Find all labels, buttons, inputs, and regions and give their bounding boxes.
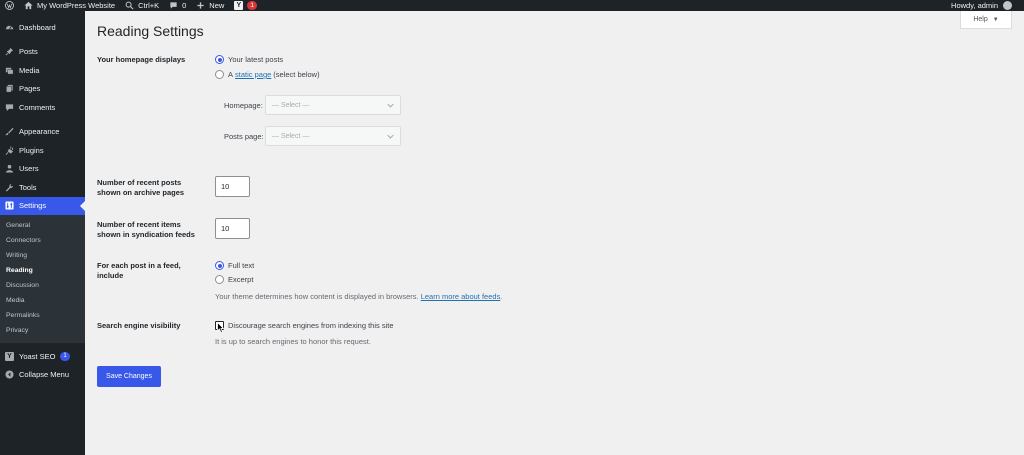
sidebar-item-users[interactable]: Users — [0, 160, 85, 179]
greeting: Howdy, admin — [951, 1, 998, 10]
submenu-item-writing[interactable]: Writing — [0, 248, 85, 263]
yoast-notification-badge: 1 — [247, 1, 257, 10]
sidebar-item-tools[interactable]: Tools — [0, 178, 85, 197]
yoast-badge: 1 — [60, 351, 70, 361]
my-account-menu[interactable]: Howdy, admin — [951, 1, 1024, 10]
submenu-item-permalinks[interactable]: Permalinks — [0, 308, 85, 323]
posts-per-rss-input[interactable]: 10 — [215, 218, 250, 239]
latest-posts-option[interactable]: Your latest posts — [215, 55, 283, 64]
brush-icon — [5, 127, 14, 136]
homepage-select-label: Homepage: — [224, 101, 263, 110]
search-icon — [125, 1, 134, 10]
shortcut-label: Ctrl+K — [138, 1, 160, 10]
excerpt-option[interactable]: Excerpt — [215, 275, 253, 284]
wordpress-icon — [5, 1, 14, 10]
static-page-radio[interactable] — [215, 70, 224, 79]
avatar — [1003, 1, 1012, 10]
comments-count: 0 — [182, 1, 187, 10]
posts-page-select[interactable]: — Select — — [265, 126, 401, 146]
pin-icon — [5, 47, 14, 56]
new-label: New — [209, 1, 225, 10]
sidebar-item-posts[interactable]: Posts — [0, 43, 85, 62]
new-content-menu[interactable]: New — [191, 0, 229, 11]
submenu-item-media[interactable]: Media — [0, 293, 85, 308]
sidebar-item-appearance[interactable]: Appearance — [0, 123, 85, 142]
latest-posts-radio[interactable] — [215, 55, 224, 64]
learn-more-feeds-link[interactable]: Learn more about feeds — [421, 292, 501, 301]
home-icon — [24, 1, 33, 10]
plus-icon — [197, 2, 204, 9]
sidebar-item-media[interactable]: Media — [0, 61, 85, 80]
comment-icon — [170, 2, 177, 9]
site-name-link[interactable]: My WordPress Website — [19, 0, 120, 11]
yoast-adminbar-menu[interactable]: Y 1 — [229, 0, 262, 11]
wrench-icon — [5, 183, 14, 192]
submenu-item-general[interactable]: General — [0, 218, 85, 233]
excerpt-radio[interactable] — [215, 275, 224, 284]
page-title: Reading Settings — [97, 23, 204, 39]
caret-down-icon: ▼ — [992, 16, 999, 23]
full-text-option[interactable]: Full text — [215, 261, 254, 270]
submenu-item-privacy[interactable]: Privacy — [0, 323, 85, 338]
submenu-item-connectors[interactable]: Connectors — [0, 233, 85, 248]
sidebar-item-yoast-seo[interactable]: Y Yoast SEO 1 — [0, 347, 85, 366]
plugin-icon — [5, 146, 14, 155]
search-visibility-description: It is up to search engines to honor this… — [215, 337, 371, 346]
full-text-radio[interactable] — [215, 261, 224, 270]
sidebar-item-plugins[interactable]: Plugins — [0, 141, 85, 160]
sidebar-item-settings[interactable]: Settings — [0, 196, 85, 215]
save-changes-button[interactable]: Save Changes — [97, 366, 161, 387]
submenu-item-discussion[interactable]: Discussion — [0, 278, 85, 293]
admin-sidebar: Dashboard Posts Media Pages Comments App… — [0, 11, 85, 455]
settings-icon — [5, 201, 14, 210]
sidebar-item-dashboard[interactable]: Dashboard — [0, 18, 85, 37]
admin-bar: My WordPress Website Ctrl+K 0 New Y 1 Ho… — [0, 0, 1024, 11]
site-name: My WordPress Website — [37, 1, 116, 10]
feed-description: Your theme determines how content is dis… — [215, 292, 503, 301]
sidebar-item-comments[interactable]: Comments — [0, 98, 85, 117]
user-icon — [5, 164, 14, 173]
comment-icon — [5, 103, 14, 112]
feed-include-label: For each post in a feed, include — [97, 261, 181, 280]
syndication-label: Number of recent items shown in syndicat… — [97, 220, 195, 239]
dashboard-icon — [5, 23, 14, 32]
yoast-icon: Y — [5, 351, 14, 361]
media-icon — [5, 66, 14, 75]
posts-per-page-input[interactable]: 10 — [215, 176, 250, 197]
command-palette-button[interactable]: Ctrl+K — [120, 0, 164, 11]
collapse-icon — [5, 370, 14, 379]
chevron-down-icon — [387, 134, 394, 139]
submenu-item-reading[interactable]: Reading — [0, 263, 85, 278]
blog-public-option[interactable]: Discourage search engines from indexing … — [215, 321, 394, 330]
homepage-displays-label: Your homepage displays — [97, 55, 186, 64]
recent-posts-label: Number of recent posts shown on archive … — [97, 178, 185, 197]
search-visibility-label: Search engine visibility — [97, 321, 181, 330]
pages-icon — [5, 84, 14, 93]
collapse-menu-button[interactable]: Collapse Menu — [0, 366, 85, 385]
wordpress-logo[interactable] — [0, 0, 19, 11]
mouse-cursor-icon — [217, 322, 224, 333]
sidebar-item-pages[interactable]: Pages — [0, 80, 85, 99]
yoast-icon: Y — [234, 1, 244, 10]
comments-link[interactable]: 0 — [164, 0, 191, 11]
chevron-down-icon — [387, 103, 394, 108]
static-page-link[interactable]: static page — [235, 70, 271, 79]
static-page-option[interactable]: A static page (select below) — [215, 70, 320, 79]
posts-page-select-label: Posts page: — [224, 132, 264, 141]
help-tab-button[interactable]: Help ▼ — [960, 11, 1012, 29]
settings-submenu: General Connectors Writing Reading Discu… — [0, 215, 85, 343]
homepage-select[interactable]: — Select — — [265, 95, 401, 115]
